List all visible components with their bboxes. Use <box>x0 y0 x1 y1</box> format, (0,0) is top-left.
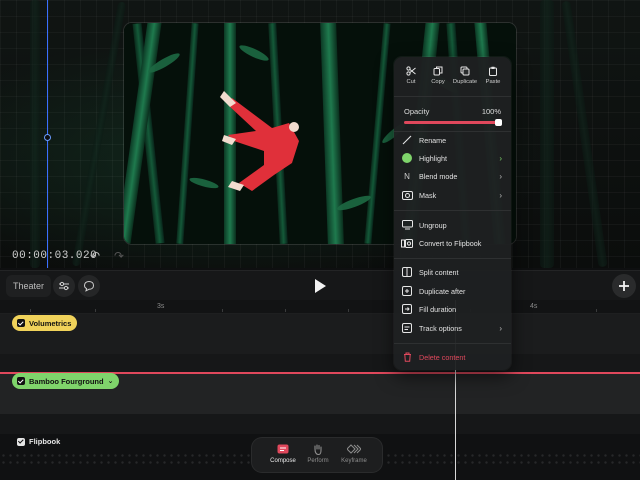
menu-item-label: Blend mode <box>419 171 458 181</box>
track-gap <box>0 354 640 372</box>
track-label: Flipbook <box>29 437 61 446</box>
menu-divider <box>394 96 511 97</box>
highlight-item[interactable]: Highlight › <box>394 150 511 166</box>
mode-keyframe[interactable]: Keyframe <box>336 442 372 464</box>
track-settings-icon[interactable] <box>53 275 75 297</box>
duplicate-icon <box>452 65 478 77</box>
menu-item-label: Convert to Flipbook <box>419 238 482 248</box>
timeline-ruler[interactable]: 3s 4s <box>0 300 640 314</box>
undo-icon[interactable]: ↶ <box>88 249 102 263</box>
menu-item-label: Rename <box>419 135 447 145</box>
theater-button[interactable]: Theater <box>6 275 52 297</box>
canvas-stage[interactable]: 00:00:03.020 ↶ ↷ <box>0 0 640 268</box>
paste-icon <box>480 65 506 77</box>
menu-item-label: Fill duration <box>419 304 457 314</box>
background-bamboo <box>540 0 554 268</box>
context-menu: Cut Copy Duplicate Paste Opacity 100% Re… <box>394 57 511 370</box>
chevron-right-icon: › <box>499 323 502 333</box>
redo-icon[interactable]: ↷ <box>112 249 126 263</box>
blend-mode-item[interactable]: N Blend mode › <box>394 168 511 184</box>
background-bamboo <box>30 0 40 268</box>
compose-icon <box>265 442 301 456</box>
ungroup-icon <box>401 219 413 231</box>
chevron-right-icon: › <box>499 171 502 181</box>
duplicate-after-icon <box>401 285 413 297</box>
menu-item-label: Highlight <box>419 153 447 163</box>
mode-perform[interactable]: Perform <box>300 442 336 464</box>
track-volumetrics[interactable] <box>0 314 640 354</box>
menu-divider <box>394 343 511 344</box>
opacity-label: Opacity <box>404 107 430 116</box>
track-chip-label: Volumetrics <box>29 318 72 328</box>
chevron-right-icon: › <box>499 153 502 163</box>
hand-icon <box>300 442 336 456</box>
trash-icon <box>401 351 413 363</box>
fill-duration-icon <box>401 303 413 315</box>
menu-item-label: Split content <box>419 267 459 277</box>
split-icon <box>401 266 413 278</box>
canvas-guide-handle[interactable] <box>44 134 51 141</box>
copy-icon <box>425 65 451 77</box>
track-gap <box>0 414 640 434</box>
mode-label: Keyframe <box>341 458 367 464</box>
ruler-label-3s: 3s <box>157 303 165 310</box>
timeline-toolbar: Theater <box>0 270 640 300</box>
menu-divider <box>394 258 511 259</box>
timecode: 00:00:03.020 <box>12 250 98 262</box>
mode-compose[interactable]: Compose <box>265 442 301 464</box>
checkbox-icon[interactable] <box>17 377 25 385</box>
blend-mode-icon: N <box>404 171 410 181</box>
highlight-color-icon <box>401 152 413 164</box>
scissors-icon <box>398 65 424 77</box>
comment-icon[interactable] <box>78 275 100 297</box>
ungroup-item[interactable]: Ungroup <box>394 217 511 233</box>
track-options-icon <box>401 322 413 334</box>
play-icon[interactable] <box>313 278 327 294</box>
track-chip-bamboo[interactable]: Bamboo Fourground ⌄ <box>12 373 120 389</box>
chevron-down-icon[interactable]: ⌄ <box>108 377 114 385</box>
mode-switcher: Compose Perform Keyframe <box>252 438 382 472</box>
rename-item[interactable]: Rename <box>394 132 511 148</box>
opacity-slider-handle[interactable] <box>495 119 502 126</box>
menu-divider <box>394 210 511 211</box>
track-chip-label: Bamboo Fourground <box>29 376 104 386</box>
copy-label: Copy <box>431 79 445 85</box>
opacity-value: 100% <box>481 107 501 116</box>
paste-button[interactable]: Paste <box>480 65 506 85</box>
convert-to-flipbook-item[interactable]: Convert to Flipbook <box>394 235 511 251</box>
fill-duration-item[interactable]: Fill duration <box>394 301 511 317</box>
menu-item-label: Mask <box>419 190 437 200</box>
flipbook-icon <box>401 237 413 249</box>
plus-icon[interactable] <box>612 274 636 298</box>
paste-label: Paste <box>485 79 501 85</box>
checkbox-icon[interactable] <box>17 437 25 446</box>
copy-button[interactable]: Copy <box>425 65 451 85</box>
mask-item[interactable]: Mask › <box>394 187 511 203</box>
menu-item-label: Track options <box>419 323 462 333</box>
ruler-label-4s: 4s <box>530 303 538 310</box>
menu-item-label: Duplicate after <box>419 286 466 296</box>
delete-content-item[interactable]: Delete content <box>394 349 511 365</box>
mask-icon <box>401 189 413 201</box>
cut-label: Cut <box>406 79 416 85</box>
cut-button[interactable]: Cut <box>398 65 424 85</box>
duplicate-label: Duplicate <box>452 79 478 85</box>
mode-label: Perform <box>307 458 329 464</box>
track-label-flipbook[interactable]: Flipbook <box>17 437 60 446</box>
checkbox-icon[interactable] <box>17 319 25 327</box>
chevron-right-icon: › <box>499 190 502 200</box>
mode-label: Compose <box>270 458 296 464</box>
duplicate-after-item[interactable]: Duplicate after <box>394 283 511 299</box>
keyframe-icon <box>336 442 372 456</box>
clipboard-actions: Cut Copy Duplicate Paste <box>394 65 511 89</box>
track-chip-volumetrics[interactable]: Volumetrics <box>12 315 78 331</box>
menu-item-label: Ungroup <box>419 220 447 230</box>
pencil-icon <box>401 134 413 146</box>
opacity-slider[interactable] <box>404 121 501 124</box>
menu-item-label: Delete content <box>419 352 466 362</box>
track-options-item[interactable]: Track options › <box>394 320 511 336</box>
split-content-item[interactable]: Split content <box>394 264 511 280</box>
duplicate-button[interactable]: Duplicate <box>452 65 478 85</box>
